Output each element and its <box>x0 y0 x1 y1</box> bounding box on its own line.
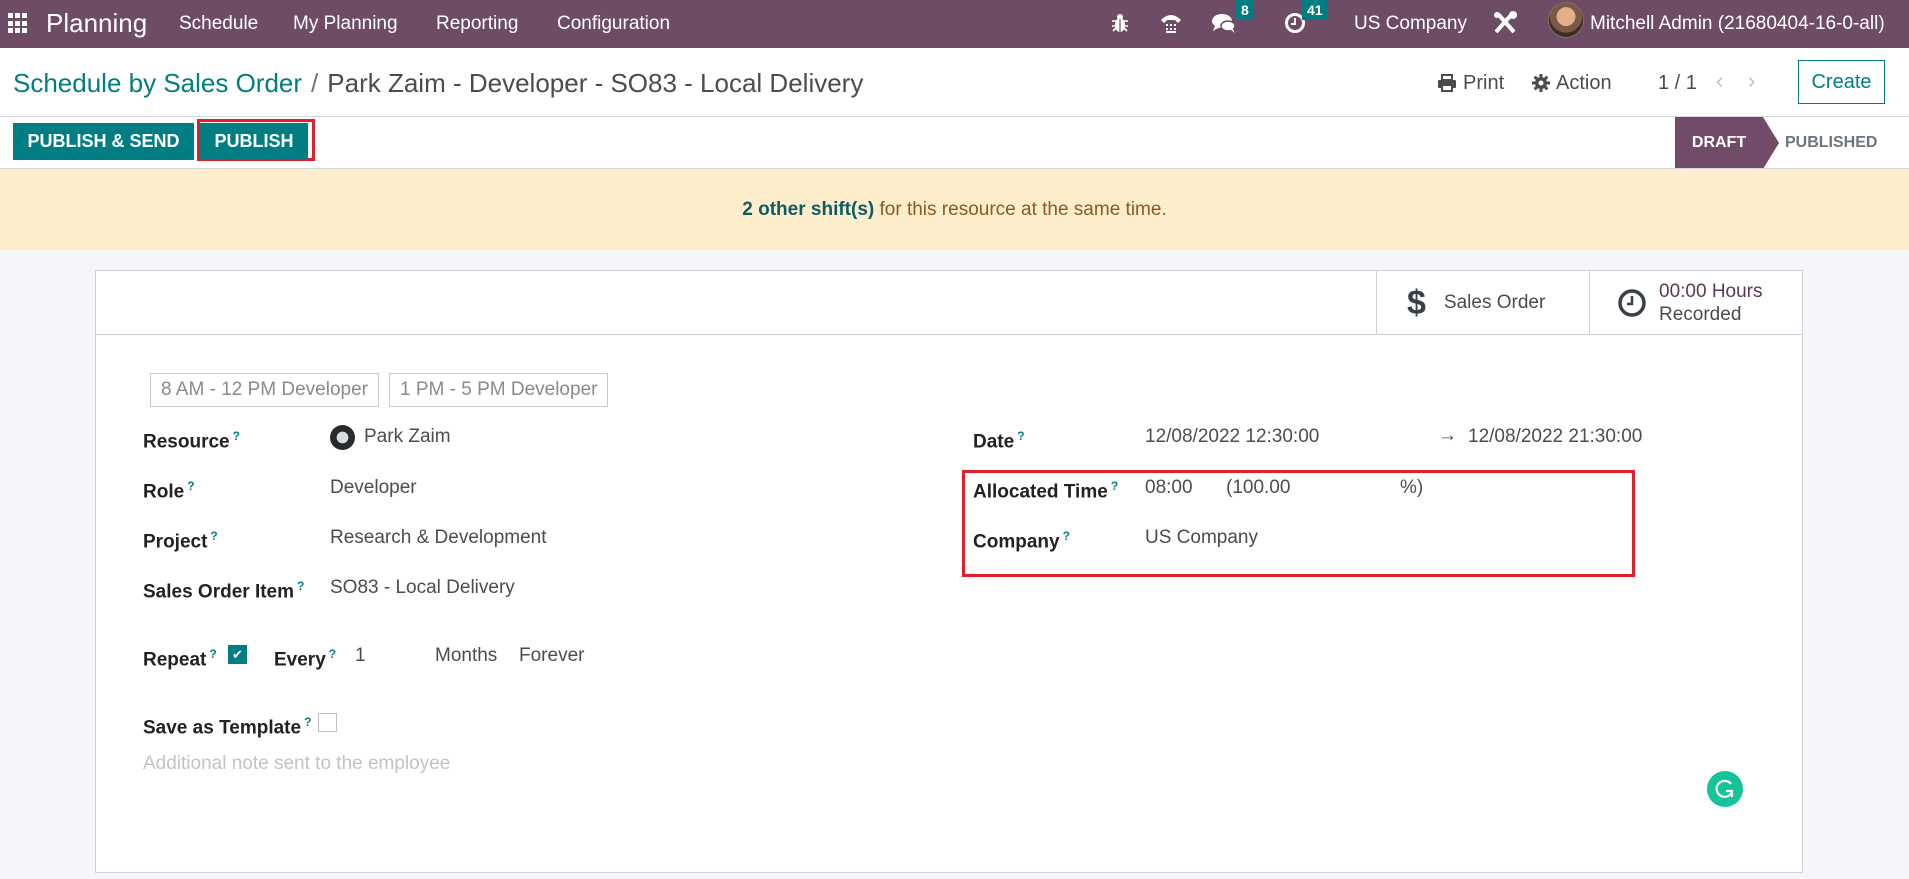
chat-icon[interactable] <box>1210 8 1238 38</box>
help-icon[interactable]: ? <box>209 647 216 661</box>
help-icon[interactable]: ? <box>210 529 217 543</box>
help-icon[interactable]: ? <box>1111 479 1118 493</box>
help-icon[interactable]: ? <box>187 479 194 493</box>
sales-order-label: Sales Order <box>1443 291 1546 313</box>
tools-icon[interactable] <box>1490 8 1520 38</box>
help-icon[interactable]: ? <box>329 647 336 661</box>
sales-order-item-label: Sales Order Item? <box>143 579 305 603</box>
dollar-icon: $ <box>1407 283 1426 322</box>
note-field[interactable]: Additional note sent to the employee <box>143 751 450 777</box>
company-switcher[interactable]: US Company <box>1354 9 1467 39</box>
breadcrumb-parent[interactable]: Schedule by Sales Order <box>13 68 302 98</box>
user-avatar[interactable] <box>1548 2 1584 38</box>
breadcrumb: Schedule by Sales Order / Park Zaim - Deve… <box>13 65 863 101</box>
allocated-percentage-suffix: %) <box>1400 477 1424 498</box>
repeat-checkbox[interactable]: ✔ <box>228 645 247 664</box>
apps-grid-icon[interactable] <box>8 13 29 34</box>
allocated-percentage-input[interactable]: (100.00 <box>1226 475 1290 501</box>
help-icon[interactable]: ? <box>297 579 304 593</box>
pager-next-icon[interactable]: › <box>1748 67 1755 95</box>
allocated-hours-input[interactable]: 08:00 <box>1145 475 1193 501</box>
action-button[interactable]: Action <box>1532 69 1612 97</box>
menu-my-planning[interactable]: My Planning <box>293 9 398 39</box>
bug-icon[interactable] <box>1108 8 1132 38</box>
every-label: Every? <box>274 647 337 671</box>
role-value[interactable]: Developer <box>330 475 417 501</box>
menu-schedule[interactable]: Schedule <box>179 9 258 39</box>
conflict-warning-banner: 2 other shift(s) for this resource at th… <box>0 169 1909 250</box>
messages-badge: 8 <box>1236 0 1254 20</box>
button-box-divider <box>96 334 1802 335</box>
grammarly-icon[interactable] <box>1707 771 1743 807</box>
repeat-label: Repeat? <box>143 647 217 671</box>
project-label: Project? <box>143 529 218 553</box>
save-as-template-label: Save as Template? <box>143 715 312 739</box>
date-end-input[interactable]: 12/08/2022 21:30:00 <box>1468 424 1642 450</box>
banner-text: for this resource at the same time. <box>874 199 1167 220</box>
top-navbar: Planning Schedule My Planning Reporting … <box>0 0 1909 48</box>
company-label: Company? <box>973 529 1070 553</box>
status-draft[interactable]: DRAFT <box>1675 117 1763 169</box>
help-icon[interactable]: ? <box>1017 429 1024 443</box>
repeat-unit-select[interactable]: Months <box>435 643 497 669</box>
gear-icon <box>1532 74 1550 92</box>
user-menu[interactable]: Mitchell Admin (21680404-16-0-all) <box>1590 9 1885 39</box>
status-published[interactable]: PUBLISHED <box>1785 117 1877 169</box>
other-shifts-link[interactable]: 2 other shift(s) <box>742 199 874 220</box>
pager-value[interactable]: 1 / 1 <box>1658 69 1697 97</box>
print-button[interactable]: Print <box>1437 69 1504 97</box>
menu-configuration[interactable]: Configuration <box>557 9 670 39</box>
control-panel-divider <box>0 116 1909 117</box>
hours-label: Recorded <box>1659 303 1742 325</box>
help-icon[interactable]: ? <box>1063 529 1070 543</box>
activities-badge: 41 <box>1302 0 1328 20</box>
repeat-interval-input[interactable]: 1 <box>355 643 366 669</box>
status-arrow <box>1763 117 1779 169</box>
allocated-time-label: Allocated Time? <box>973 479 1119 503</box>
project-value[interactable]: Research & Development <box>330 525 547 551</box>
role-label: Role? <box>143 479 195 503</box>
repeat-type-select[interactable]: Forever <box>519 643 584 669</box>
save-as-template-checkbox[interactable] <box>318 713 337 732</box>
app-name[interactable]: Planning <box>46 5 147 41</box>
sales-order-smart-button[interactable]: $ Sales Order <box>1376 271 1589 334</box>
menu-reporting[interactable]: Reporting <box>436 9 518 39</box>
create-button[interactable]: Create <box>1798 60 1885 104</box>
hours-recorded-smart-button[interactable]: 00:00 Hours Recorded <box>1589 271 1802 334</box>
template-chip[interactable]: 8 AM - 12 PM Developer <box>150 373 379 407</box>
template-chip[interactable]: 1 PM - 5 PM Developer <box>389 373 609 407</box>
hours-value: 00:00 Hours <box>1659 280 1763 302</box>
date-arrow-icon: → <box>1438 425 1457 446</box>
print-icon <box>1438 74 1456 92</box>
publish-button[interactable]: PUBLISH <box>200 123 308 160</box>
company-value[interactable]: US Company <box>1145 525 1258 551</box>
resource-value[interactable]: Park Zaim <box>364 424 451 450</box>
sales-order-item-value[interactable]: SO83 - Local Delivery <box>330 575 515 601</box>
print-label: Print <box>1463 72 1505 94</box>
help-icon[interactable]: ? <box>304 715 311 729</box>
clock-icon <box>1618 288 1646 317</box>
publish-and-send-button[interactable]: PUBLISH & SEND <box>13 123 194 160</box>
phone-icon[interactable] <box>1157 8 1185 38</box>
pager-previous-icon[interactable]: ‹ <box>1716 67 1723 95</box>
date-label: Date? <box>973 429 1025 453</box>
breadcrumb-separator: / <box>311 68 319 98</box>
action-label: Action <box>1556 72 1612 94</box>
breadcrumb-current: Park Zaim - Developer - SO83 - Local Del… <box>327 68 864 98</box>
help-icon[interactable]: ? <box>233 429 240 443</box>
resource-label: Resource? <box>143 429 240 453</box>
date-start-input[interactable]: 12/08/2022 12:30:00 <box>1145 424 1319 450</box>
resource-avatar <box>330 425 355 450</box>
